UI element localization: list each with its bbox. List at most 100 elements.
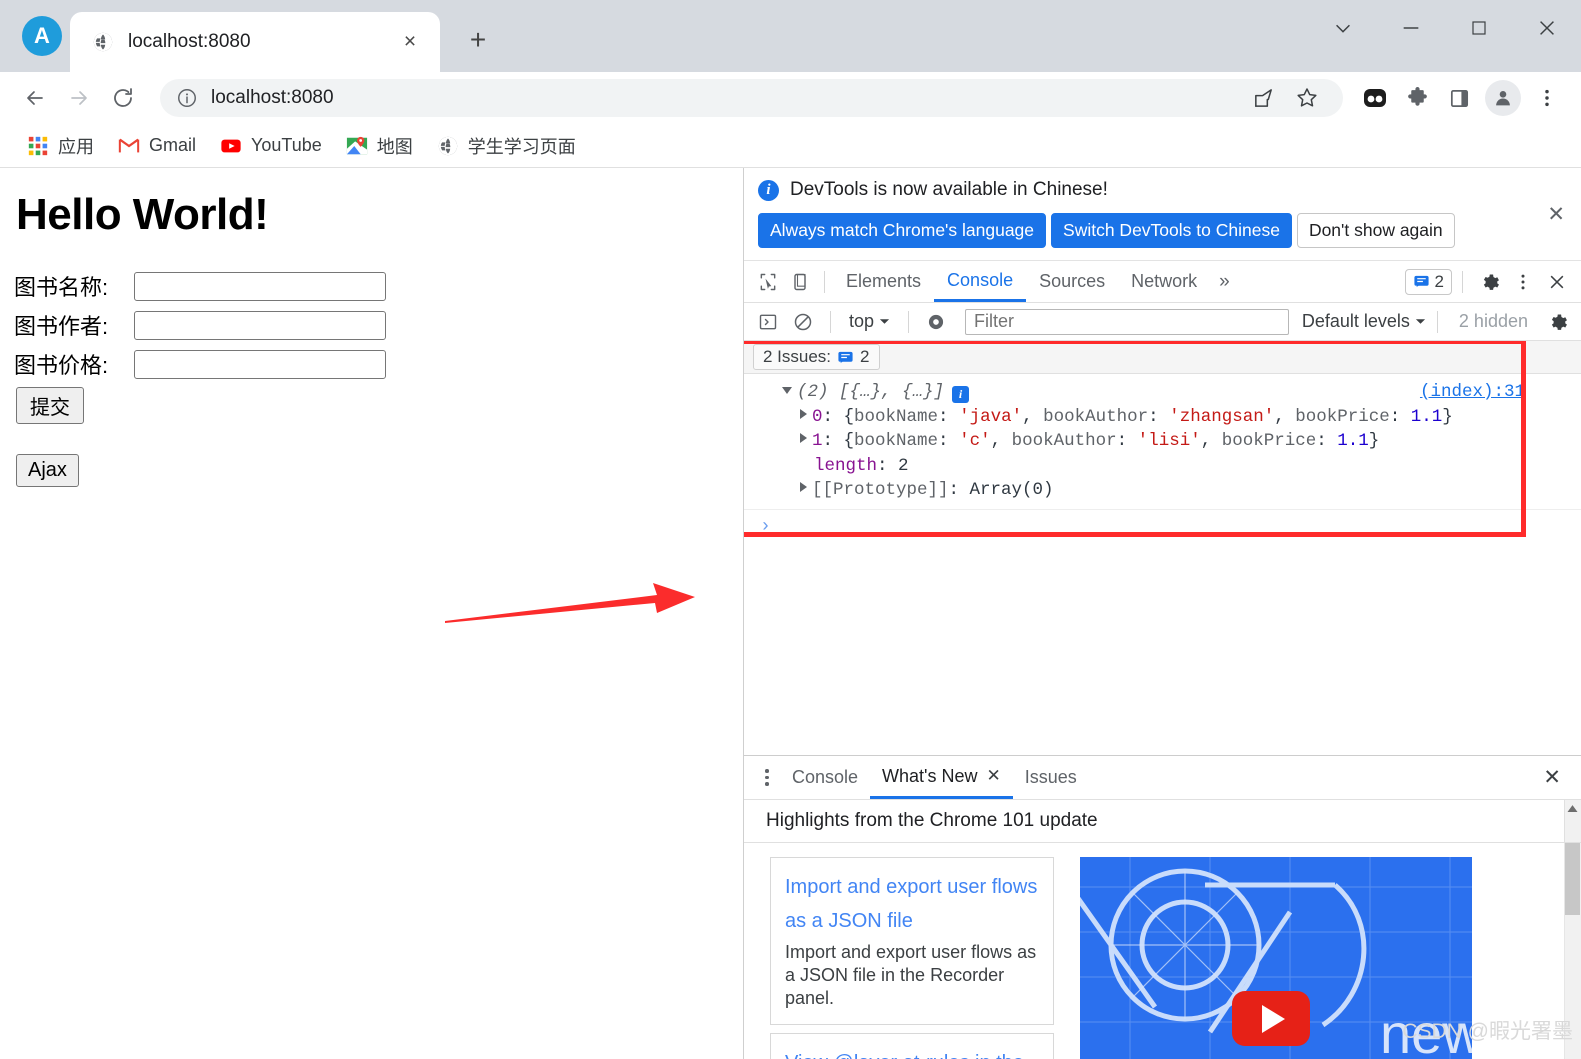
tab-console[interactable]: Console xyxy=(934,261,1027,302)
side-panel-icon[interactable] xyxy=(1439,78,1479,118)
length-key: length xyxy=(814,455,878,476)
omnibox-actions xyxy=(1243,78,1327,118)
book-price-input[interactable] xyxy=(134,349,386,379)
back-button-icon[interactable] xyxy=(14,77,56,119)
expand-triangle-icon[interactable] xyxy=(782,387,792,394)
maps-icon xyxy=(346,136,367,154)
tab-sources[interactable]: Sources xyxy=(1026,261,1118,302)
chrome-menu-icon[interactable] xyxy=(1527,78,1567,118)
console-message-array[interactable]: (2) [{…}, {…}] i (index):31 0: {bookName:… xyxy=(744,374,1581,510)
profile-avatar[interactable]: A xyxy=(22,16,62,56)
drawer-scroll-thumb[interactable] xyxy=(1565,843,1580,915)
expand-triangle-icon[interactable] xyxy=(800,433,807,443)
bookmark-item-maps[interactable]: 地图 xyxy=(335,128,424,164)
address-bar[interactable]: localhost:8080 xyxy=(160,79,1343,117)
console-output[interactable]: 2 Issues: 2 (2) [{…}, {…}] i (index):31 0… xyxy=(744,341,1581,755)
divider xyxy=(824,270,825,293)
drawer-tab-console[interactable]: Console xyxy=(780,756,870,799)
bookmark-label: 学生学习页面 xyxy=(467,136,576,157)
whats-new-headline-row: Highlights from the Chrome 101 update xyxy=(744,800,1581,843)
bookmark-item-youtube[interactable]: YouTube xyxy=(209,130,333,162)
expand-triangle-icon[interactable] xyxy=(800,408,807,419)
switch-to-chinese-button[interactable]: Switch DevTools to Chinese xyxy=(1051,213,1292,248)
hidden-messages-count: 2 hidden xyxy=(1458,311,1528,331)
log-levels-selector[interactable]: Default levels xyxy=(1302,311,1426,332)
kebab-menu-icon[interactable] xyxy=(1507,267,1539,297)
window-controls xyxy=(1309,0,1581,56)
console-array-item-1[interactable]: 1: {bookName: ' c ', bookAuthor: ' lisi ', b… xyxy=(744,429,1581,454)
drawer-kebab-menu-icon[interactable] xyxy=(754,769,780,786)
youtube-icon xyxy=(221,139,241,152)
tab-search-icon[interactable] xyxy=(1309,0,1377,56)
source-link[interactable]: (index):31 xyxy=(1420,380,1525,405)
device-toolbar-icon[interactable] xyxy=(784,267,816,297)
banner-message-row: i DevTools is now available in Chinese! xyxy=(758,179,1567,201)
book-author-input[interactable] xyxy=(134,310,386,340)
whats-new-card-title[interactable]: Import and export user flows as a JSON f… xyxy=(785,870,1039,938)
forward-button-icon[interactable] xyxy=(58,77,100,119)
always-match-language-button[interactable]: Always match Chrome's language xyxy=(758,213,1047,248)
window-close-icon[interactable] xyxy=(1513,0,1581,56)
console-sidebar-icon[interactable] xyxy=(752,307,784,337)
length-value: 2 xyxy=(898,455,909,476)
whats-new-card-list: Import and export user flows as a JSON f… xyxy=(770,857,1054,1059)
more-tabs-chevron-icon[interactable]: » xyxy=(1210,271,1239,293)
bookmark-label: 应用 xyxy=(58,136,94,157)
bookmark-item-gmail[interactable]: Gmail xyxy=(107,130,207,162)
prototype-value: Array(0) xyxy=(969,480,1054,500)
window-maximize-icon[interactable] xyxy=(1445,0,1513,56)
browser-tab[interactable]: localhost:8080 × xyxy=(70,12,440,72)
whats-new-card-title[interactable]: View @layer at-rules in the xyxy=(785,1046,1039,1059)
drawer-close-icon[interactable]: ✕ xyxy=(1533,765,1571,790)
site-info-icon[interactable] xyxy=(176,87,198,109)
issues-count-badge[interactable]: 2 xyxy=(1404,268,1452,295)
issues-summary-chip[interactable]: 2 Issues: 2 xyxy=(753,344,880,370)
dont-show-again-button[interactable]: Don't show again xyxy=(1296,213,1455,248)
bookmark-item-student-page[interactable]: 学生学习页面 xyxy=(426,128,587,164)
whats-new-card[interactable]: Import and export user flows as a JSON f… xyxy=(770,857,1054,1025)
divider xyxy=(908,310,910,333)
reload-button-icon[interactable] xyxy=(102,77,144,119)
scroll-up-arrow-icon[interactable] xyxy=(1565,802,1580,817)
console-filter-input[interactable] xyxy=(965,308,1289,335)
extensions-puzzle-icon[interactable] xyxy=(1397,78,1437,118)
console-array-header[interactable]: (2) [{…}, {…}] i (index):31 xyxy=(744,380,1581,405)
tab-network[interactable]: Network xyxy=(1118,261,1210,302)
whats-new-card[interactable]: View @layer at-rules in the xyxy=(770,1033,1054,1059)
console-array-item-0[interactable]: 0: {bookName: ' java ', bookAuthor: ' zhang… xyxy=(744,405,1581,430)
bookmark-star-icon[interactable] xyxy=(1287,78,1327,118)
banner-close-icon[interactable]: ✕ xyxy=(1547,202,1565,227)
close-devtools-icon[interactable] xyxy=(1541,267,1573,297)
bookmark-item-apps[interactable]: 应用 xyxy=(16,128,105,164)
book-name-input[interactable] xyxy=(134,271,386,301)
play-icon[interactable] xyxy=(1232,991,1310,1046)
profile-avatar-icon[interactable] xyxy=(1485,80,1521,116)
issues-count: 2 xyxy=(1434,271,1444,291)
drawer-tab-whats-new[interactable]: What's New ✕ xyxy=(870,756,1013,799)
drawer-tab-close-icon[interactable]: ✕ xyxy=(987,766,1001,786)
live-expression-eye-icon[interactable] xyxy=(920,307,952,337)
inspect-element-icon[interactable] xyxy=(752,267,784,297)
gear-icon[interactable] xyxy=(1473,267,1505,297)
console-array-prototype[interactable]: [[Prototype]]: Array(0) xyxy=(744,478,1581,503)
new-tab-button[interactable]: + xyxy=(456,18,500,62)
clear-console-icon[interactable] xyxy=(787,307,819,337)
browser-window: A localhost:8080 × + localhost:8080 应用 G… xyxy=(0,0,1581,1059)
ajax-button[interactable]: Ajax xyxy=(16,454,79,487)
info-icon: i xyxy=(952,385,970,403)
submit-button[interactable]: 提交 xyxy=(16,387,84,424)
drawer-tab-issues[interactable]: Issues xyxy=(1013,756,1089,799)
console-input-prompt[interactable]: › xyxy=(744,510,1581,544)
book-price-value: 1.1 xyxy=(1410,406,1443,427)
console-settings-gear-icon[interactable] xyxy=(1541,307,1573,337)
tab-close-icon[interactable]: × xyxy=(396,28,424,56)
globe-icon xyxy=(438,136,457,155)
whats-new-scrollbar[interactable] xyxy=(1564,800,1581,842)
share-icon[interactable] xyxy=(1243,78,1283,118)
pocket-icon[interactable] xyxy=(1355,78,1395,118)
window-minimize-icon[interactable] xyxy=(1377,0,1445,56)
tab-elements[interactable]: Elements xyxy=(833,261,934,302)
execution-context-selector[interactable]: top xyxy=(842,311,897,332)
book-price-value: 1.1 xyxy=(1337,431,1369,451)
expand-triangle-icon[interactable] xyxy=(800,482,807,492)
